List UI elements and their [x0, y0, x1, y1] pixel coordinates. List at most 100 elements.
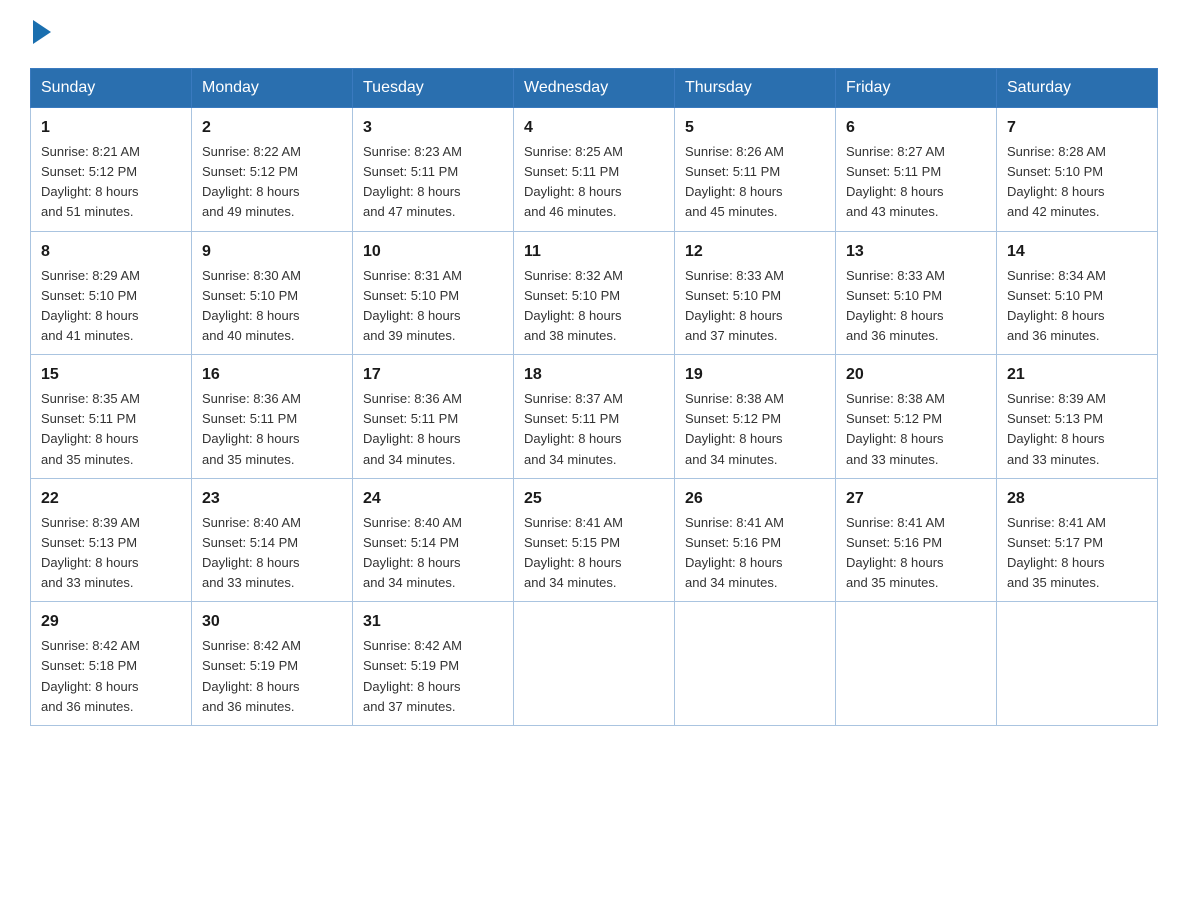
- day-number: 2: [202, 116, 342, 140]
- day-info: Sunrise: 8:41 AMSunset: 5:16 PMDaylight:…: [846, 513, 986, 594]
- day-number: 21: [1007, 363, 1147, 387]
- calendar-cell: 29Sunrise: 8:42 AMSunset: 5:18 PMDayligh…: [31, 602, 192, 726]
- day-number: 11: [524, 240, 664, 264]
- day-number: 24: [363, 487, 503, 511]
- day-number: 16: [202, 363, 342, 387]
- calendar-cell: 16Sunrise: 8:36 AMSunset: 5:11 PMDayligh…: [192, 355, 353, 479]
- calendar-cell: 14Sunrise: 8:34 AMSunset: 5:10 PMDayligh…: [997, 231, 1158, 355]
- calendar-cell: 20Sunrise: 8:38 AMSunset: 5:12 PMDayligh…: [836, 355, 997, 479]
- day-number: 20: [846, 363, 986, 387]
- column-header-sunday: Sunday: [31, 69, 192, 108]
- calendar-cell: 10Sunrise: 8:31 AMSunset: 5:10 PMDayligh…: [353, 231, 514, 355]
- day-info: Sunrise: 8:36 AMSunset: 5:11 PMDaylight:…: [202, 389, 342, 470]
- logo-arrow-icon: [33, 20, 51, 44]
- calendar-cell: 17Sunrise: 8:36 AMSunset: 5:11 PMDayligh…: [353, 355, 514, 479]
- day-info: Sunrise: 8:36 AMSunset: 5:11 PMDaylight:…: [363, 389, 503, 470]
- day-info: Sunrise: 8:33 AMSunset: 5:10 PMDaylight:…: [685, 266, 825, 347]
- day-number: 5: [685, 116, 825, 140]
- day-info: Sunrise: 8:33 AMSunset: 5:10 PMDaylight:…: [846, 266, 986, 347]
- calendar-week-row: 8Sunrise: 8:29 AMSunset: 5:10 PMDaylight…: [31, 231, 1158, 355]
- day-number: 9: [202, 240, 342, 264]
- calendar-cell: 1Sunrise: 8:21 AMSunset: 5:12 PMDaylight…: [31, 108, 192, 232]
- day-info: Sunrise: 8:38 AMSunset: 5:12 PMDaylight:…: [685, 389, 825, 470]
- calendar-cell: 26Sunrise: 8:41 AMSunset: 5:16 PMDayligh…: [675, 478, 836, 602]
- day-number: 10: [363, 240, 503, 264]
- day-info: Sunrise: 8:25 AMSunset: 5:11 PMDaylight:…: [524, 142, 664, 223]
- calendar-cell: [514, 602, 675, 726]
- calendar-cell: 3Sunrise: 8:23 AMSunset: 5:11 PMDaylight…: [353, 108, 514, 232]
- day-info: Sunrise: 8:41 AMSunset: 5:15 PMDaylight:…: [524, 513, 664, 594]
- calendar-cell: 18Sunrise: 8:37 AMSunset: 5:11 PMDayligh…: [514, 355, 675, 479]
- day-info: Sunrise: 8:31 AMSunset: 5:10 PMDaylight:…: [363, 266, 503, 347]
- calendar-cell: [675, 602, 836, 726]
- calendar-cell: 24Sunrise: 8:40 AMSunset: 5:14 PMDayligh…: [353, 478, 514, 602]
- day-number: 14: [1007, 240, 1147, 264]
- day-info: Sunrise: 8:22 AMSunset: 5:12 PMDaylight:…: [202, 142, 342, 223]
- day-info: Sunrise: 8:40 AMSunset: 5:14 PMDaylight:…: [202, 513, 342, 594]
- calendar-cell: 7Sunrise: 8:28 AMSunset: 5:10 PMDaylight…: [997, 108, 1158, 232]
- day-number: 13: [846, 240, 986, 264]
- day-info: Sunrise: 8:38 AMSunset: 5:12 PMDaylight:…: [846, 389, 986, 470]
- day-info: Sunrise: 8:28 AMSunset: 5:10 PMDaylight:…: [1007, 142, 1147, 223]
- day-number: 26: [685, 487, 825, 511]
- calendar-cell: 19Sunrise: 8:38 AMSunset: 5:12 PMDayligh…: [675, 355, 836, 479]
- calendar-cell: 13Sunrise: 8:33 AMSunset: 5:10 PMDayligh…: [836, 231, 997, 355]
- day-info: Sunrise: 8:39 AMSunset: 5:13 PMDaylight:…: [1007, 389, 1147, 470]
- column-header-wednesday: Wednesday: [514, 69, 675, 108]
- day-number: 6: [846, 116, 986, 140]
- day-info: Sunrise: 8:23 AMSunset: 5:11 PMDaylight:…: [363, 142, 503, 223]
- day-number: 22: [41, 487, 181, 511]
- day-info: Sunrise: 8:40 AMSunset: 5:14 PMDaylight:…: [363, 513, 503, 594]
- calendar-cell: 8Sunrise: 8:29 AMSunset: 5:10 PMDaylight…: [31, 231, 192, 355]
- calendar-week-row: 15Sunrise: 8:35 AMSunset: 5:11 PMDayligh…: [31, 355, 1158, 479]
- day-info: Sunrise: 8:42 AMSunset: 5:19 PMDaylight:…: [202, 636, 342, 717]
- calendar-cell: 22Sunrise: 8:39 AMSunset: 5:13 PMDayligh…: [31, 478, 192, 602]
- calendar-week-row: 1Sunrise: 8:21 AMSunset: 5:12 PMDaylight…: [31, 108, 1158, 232]
- day-number: 19: [685, 363, 825, 387]
- calendar-cell: 31Sunrise: 8:42 AMSunset: 5:19 PMDayligh…: [353, 602, 514, 726]
- calendar-week-row: 22Sunrise: 8:39 AMSunset: 5:13 PMDayligh…: [31, 478, 1158, 602]
- calendar-cell: 9Sunrise: 8:30 AMSunset: 5:10 PMDaylight…: [192, 231, 353, 355]
- calendar-cell: 12Sunrise: 8:33 AMSunset: 5:10 PMDayligh…: [675, 231, 836, 355]
- day-number: 7: [1007, 116, 1147, 140]
- day-number: 27: [846, 487, 986, 511]
- calendar-cell: 6Sunrise: 8:27 AMSunset: 5:11 PMDaylight…: [836, 108, 997, 232]
- day-number: 1: [41, 116, 181, 140]
- day-info: Sunrise: 8:32 AMSunset: 5:10 PMDaylight:…: [524, 266, 664, 347]
- day-info: Sunrise: 8:42 AMSunset: 5:18 PMDaylight:…: [41, 636, 181, 717]
- day-info: Sunrise: 8:30 AMSunset: 5:10 PMDaylight:…: [202, 266, 342, 347]
- day-number: 3: [363, 116, 503, 140]
- day-number: 18: [524, 363, 664, 387]
- day-number: 12: [685, 240, 825, 264]
- calendar-cell: 4Sunrise: 8:25 AMSunset: 5:11 PMDaylight…: [514, 108, 675, 232]
- day-number: 25: [524, 487, 664, 511]
- calendar-week-row: 29Sunrise: 8:42 AMSunset: 5:18 PMDayligh…: [31, 602, 1158, 726]
- day-number: 8: [41, 240, 181, 264]
- column-header-tuesday: Tuesday: [353, 69, 514, 108]
- day-number: 23: [202, 487, 342, 511]
- calendar-cell: 11Sunrise: 8:32 AMSunset: 5:10 PMDayligh…: [514, 231, 675, 355]
- column-header-friday: Friday: [836, 69, 997, 108]
- logo: [30, 20, 51, 48]
- calendar-header-row: SundayMondayTuesdayWednesdayThursdayFrid…: [31, 69, 1158, 108]
- calendar-cell: 28Sunrise: 8:41 AMSunset: 5:17 PMDayligh…: [997, 478, 1158, 602]
- day-number: 28: [1007, 487, 1147, 511]
- day-info: Sunrise: 8:41 AMSunset: 5:16 PMDaylight:…: [685, 513, 825, 594]
- calendar-cell: 15Sunrise: 8:35 AMSunset: 5:11 PMDayligh…: [31, 355, 192, 479]
- day-info: Sunrise: 8:42 AMSunset: 5:19 PMDaylight:…: [363, 636, 503, 717]
- calendar-table: SundayMondayTuesdayWednesdayThursdayFrid…: [30, 68, 1158, 726]
- day-info: Sunrise: 8:27 AMSunset: 5:11 PMDaylight:…: [846, 142, 986, 223]
- day-number: 31: [363, 610, 503, 634]
- column-header-monday: Monday: [192, 69, 353, 108]
- day-number: 4: [524, 116, 664, 140]
- day-info: Sunrise: 8:29 AMSunset: 5:10 PMDaylight:…: [41, 266, 181, 347]
- calendar-cell: 30Sunrise: 8:42 AMSunset: 5:19 PMDayligh…: [192, 602, 353, 726]
- calendar-cell: 21Sunrise: 8:39 AMSunset: 5:13 PMDayligh…: [997, 355, 1158, 479]
- calendar-cell: 5Sunrise: 8:26 AMSunset: 5:11 PMDaylight…: [675, 108, 836, 232]
- day-info: Sunrise: 8:35 AMSunset: 5:11 PMDaylight:…: [41, 389, 181, 470]
- calendar-cell: 25Sunrise: 8:41 AMSunset: 5:15 PMDayligh…: [514, 478, 675, 602]
- day-info: Sunrise: 8:26 AMSunset: 5:11 PMDaylight:…: [685, 142, 825, 223]
- page-header: [30, 20, 1158, 48]
- day-info: Sunrise: 8:21 AMSunset: 5:12 PMDaylight:…: [41, 142, 181, 223]
- day-number: 29: [41, 610, 181, 634]
